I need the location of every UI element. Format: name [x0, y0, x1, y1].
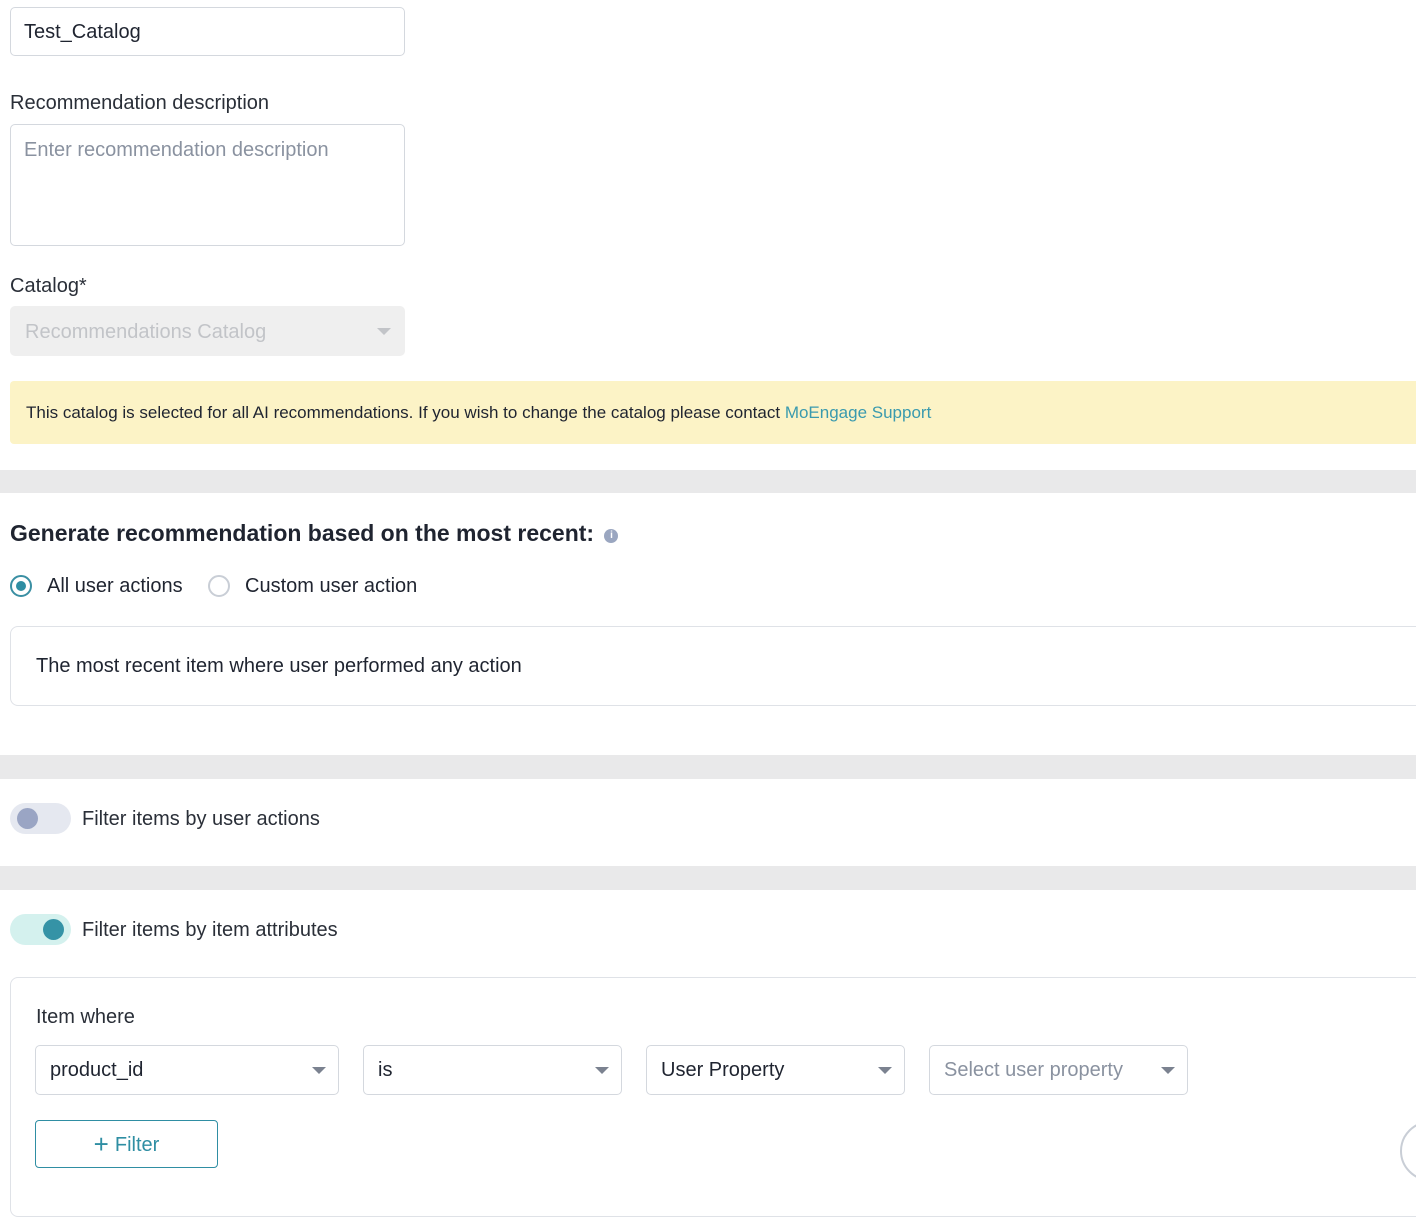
filter-item-attributes-toggle[interactable]: [10, 914, 71, 945]
operator-select-value: is: [378, 1059, 393, 1081]
value-type-select-value: User Property: [661, 1059, 785, 1081]
chevron-down-icon: [1161, 1067, 1175, 1074]
chevron-down-icon: [377, 328, 391, 335]
chevron-down-icon: [878, 1067, 892, 1074]
add-filter-button[interactable]: + Filter: [35, 1120, 218, 1168]
attribute-select[interactable]: product_id: [35, 1045, 339, 1095]
description-textarea[interactable]: Enter recommendation description: [10, 124, 405, 246]
filter-item-attributes-label: Filter items by item attributes: [82, 919, 338, 941]
attribute-select-value: product_id: [50, 1059, 144, 1081]
recommendation-name-input[interactable]: Test_Catalog: [10, 7, 405, 56]
chevron-down-icon: [312, 1067, 326, 1074]
description-placeholder: Enter recommendation description: [24, 139, 329, 161]
filter-user-actions-label: Filter items by user actions: [82, 808, 320, 830]
value-type-select[interactable]: User Property: [646, 1045, 905, 1095]
radio-all-user-actions-label: All user actions: [47, 575, 183, 597]
radio-unselected-icon: [208, 575, 230, 597]
catalog-label: Catalog*: [10, 275, 87, 297]
item-filter-panel: Item where: [10, 977, 1416, 1217]
section-divider: [0, 755, 1416, 779]
catalog-select-value: Recommendations Catalog: [25, 321, 267, 343]
user-property-placeholder: Select user property: [944, 1059, 1123, 1081]
filter-user-actions-toggle[interactable]: [10, 803, 71, 834]
info-icon[interactable]: i: [604, 529, 619, 543]
user-property-select[interactable]: Select user property: [929, 1045, 1188, 1095]
recent-action-summary: The most recent item where user performe…: [10, 626, 1416, 706]
description-label: Recommendation description: [10, 92, 270, 114]
catalog-notice-text: This catalog is selected for all AI reco…: [26, 403, 785, 422]
generate-heading: Generate recommendation based on the mos…: [10, 520, 595, 546]
chevron-down-icon: [595, 1067, 609, 1074]
toggle-knob: [43, 919, 64, 940]
recent-action-summary-text: The most recent item where user performe…: [36, 655, 522, 677]
toggle-knob: [17, 808, 38, 829]
radio-custom-user-action-label: Custom user action: [245, 575, 418, 597]
add-filter-label: Filter: [114, 1134, 160, 1156]
section-divider: [0, 866, 1416, 890]
radio-selected-icon: [10, 575, 32, 597]
section-divider: [0, 470, 1416, 493]
moengage-support-link[interactable]: MoEngage Support: [785, 403, 932, 422]
item-where-label: Item where: [36, 1006, 135, 1028]
plus-icon: +: [93, 1129, 109, 1159]
operator-select[interactable]: is: [363, 1045, 622, 1095]
recommendation-name-value: Test_Catalog: [24, 21, 141, 43]
catalog-select[interactable]: Recommendations Catalog: [10, 306, 405, 356]
catalog-notice: This catalog is selected for all AI reco…: [10, 381, 1416, 444]
